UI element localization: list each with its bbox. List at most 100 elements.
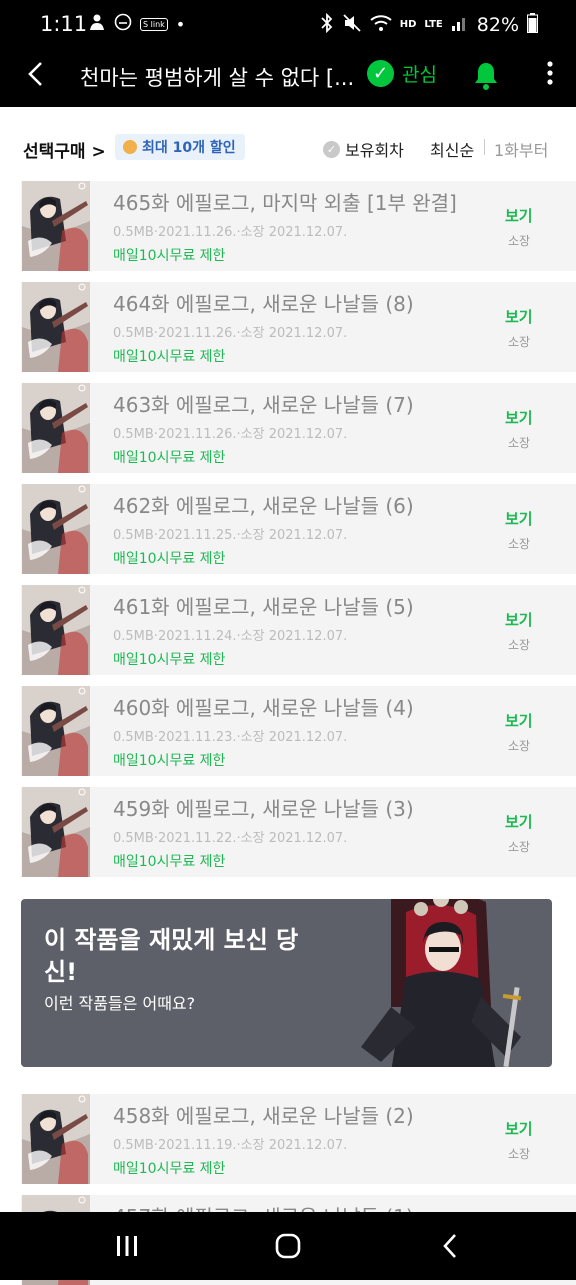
battery-icon	[527, 13, 538, 37]
status-left-icons: S link •	[88, 13, 185, 35]
discount-label: 최대 10개 할인	[142, 140, 236, 156]
episode-thumbnail	[22, 282, 90, 372]
app-bar: 천마는 평범하게 살 수 없다 [... ✓ 관심	[0, 50, 576, 107]
episode-meta: 0.5MB·2021.11.26.·소장 2021.12.07.	[113, 427, 348, 442]
view-button[interactable]: 보기	[505, 710, 533, 731]
episode-free-limit: 매일10시무료 제한	[113, 854, 226, 870]
owned-status: 소장	[508, 638, 531, 652]
mute-icon	[342, 13, 362, 37]
back-arrow-icon[interactable]	[26, 59, 44, 97]
episode-info: 464화 에필로그, 새로운 나날들 (8) 0.5MB·2021.11.26.·…	[113, 288, 473, 366]
episode-info: 459화 에필로그, 새로운 나날들 (3) 0.5MB·2021.11.22.·…	[113, 793, 473, 871]
episode-row[interactable]: 458화 에필로그, 새로운 나날들 (2) 0.5MB·2021.11.19.·…	[21, 1094, 576, 1184]
episode-thumbnail	[22, 484, 90, 574]
owned-status: 소장	[508, 436, 531, 450]
owned-filter-label: 보유회차	[345, 141, 404, 160]
episode-info: 460화 에필로그, 새로운 나날들 (4) 0.5MB·2021.11.23.·…	[113, 692, 473, 770]
sort-latest-button[interactable]: 최신순	[430, 137, 474, 161]
favorite-label: 관심	[402, 64, 437, 86]
status-right-icons: HD LTE 82%	[320, 12, 538, 37]
select-buy-button[interactable]: 선택구매 >	[23, 137, 106, 162]
home-icon[interactable]	[270, 1228, 306, 1264]
episode-free-limit: 매일10시무료 제한	[113, 753, 226, 769]
check-icon: ✓	[323, 140, 340, 158]
notification-person-icon	[88, 13, 106, 35]
episode-row[interactable]: 464화 에필로그, 새로운 나날들 (8) 0.5MB·2021.11.26.·…	[21, 282, 576, 372]
view-button[interactable]: 보기	[505, 306, 533, 327]
episode-meta: 0.5MB·2021.11.24.·소장 2021.12.07.	[113, 629, 348, 644]
episode-row[interactable]: 462화 에필로그, 새로운 나날들 (6) 0.5MB·2021.11.25.·…	[21, 484, 576, 574]
episode-meta: 0.5MB·2021.11.25.·소장 2021.12.07.	[113, 528, 348, 543]
view-button[interactable]: 보기	[505, 609, 533, 630]
signal-icon	[451, 14, 469, 36]
episode-title: 460화 에필로그, 새로운 나날들 (4)	[113, 696, 414, 720]
recents-icon[interactable]	[110, 1228, 144, 1264]
banner-headline: 이 작품을 재밌게 보신 당신!	[44, 926, 299, 986]
episode-title: 463화 에필로그, 새로운 나날들 (7)	[113, 393, 414, 417]
more-vertical-icon[interactable]	[536, 60, 564, 86]
episode-meta: 0.5MB·2021.11.19.·소장 2021.12.07.	[113, 1138, 348, 1153]
sort-divider	[484, 139, 485, 155]
episode-meta: 0.5MB·2021.11.26.·소장 2021.12.07.	[113, 326, 348, 341]
owned-status: 소장	[508, 1147, 531, 1161]
episode-meta: 0.5MB·2021.11.23.·소장 2021.12.07.	[113, 730, 348, 745]
bluetooth-icon	[320, 12, 334, 37]
episode-thumbnail	[22, 1094, 90, 1184]
episode-title: 458화 에필로그, 새로운 나날들 (2)	[113, 1104, 414, 1128]
episode-free-limit: 매일10시무료 제한	[113, 248, 226, 264]
page-title: 천마는 평범하게 살 수 없다 [...	[80, 66, 355, 90]
discount-badge: 최대 10개 할인	[115, 134, 245, 160]
dot-icon: •	[175, 14, 186, 34]
episode-meta: 0.5MB·2021.11.22.·소장 2021.12.07.	[113, 831, 348, 846]
episode-title: 464화 에필로그, 새로운 나날들 (8)	[113, 292, 414, 316]
sim-icon: S link	[140, 17, 168, 31]
coin-icon	[123, 140, 137, 154]
notification-face-icon	[114, 13, 132, 35]
episode-thumbnail	[22, 181, 90, 271]
owned-status: 소장	[508, 335, 531, 349]
episode-row[interactable]: 461화 에필로그, 새로운 나날들 (5) 0.5MB·2021.11.24.·…	[21, 585, 576, 675]
owned-filter-toggle[interactable]: ✓ 보유회차	[323, 137, 404, 161]
episode-thumbnail	[22, 686, 90, 776]
episode-info: 458화 에필로그, 새로운 나날들 (2) 0.5MB·2021.11.19.·…	[113, 1100, 473, 1178]
episode-free-limit: 매일10시무료 제한	[113, 551, 226, 567]
view-button[interactable]: 보기	[505, 205, 533, 226]
lte-icon: LTE	[424, 19, 443, 30]
owned-status: 소장	[508, 840, 531, 854]
episode-meta: 0.5MB·2021.11.26.·소장 2021.12.07.	[113, 225, 348, 240]
view-button[interactable]: 보기	[505, 811, 533, 832]
bell-icon[interactable]	[472, 60, 500, 92]
banner-character-illustration	[361, 899, 522, 1067]
episode-thumbnail	[22, 787, 90, 877]
owned-status: 소장	[508, 234, 531, 248]
episode-info: 462화 에필로그, 새로운 나날들 (6) 0.5MB·2021.11.25.·…	[113, 490, 473, 568]
recommendation-banner[interactable]: 이 작품을 재밌게 보신 당신! 이런 작품들은 어때요?	[21, 899, 552, 1067]
banner-subtext: 이런 작품들은 어때요?	[44, 994, 196, 1013]
episode-info: 461화 에필로그, 새로운 나날들 (5) 0.5MB·2021.11.24.·…	[113, 591, 473, 669]
battery-percent: 82%	[476, 14, 519, 36]
nav-back-icon[interactable]	[436, 1228, 464, 1264]
wifi-icon	[370, 14, 392, 36]
episode-title: 462화 에필로그, 새로운 나날들 (6)	[113, 494, 414, 518]
episode-info: 465화 에필로그, 마지막 외출 [1부 완결] 0.5MB·2021.11.2…	[113, 187, 473, 265]
episode-free-limit: 매일10시무료 제한	[113, 450, 226, 466]
episode-row[interactable]: 463화 에필로그, 새로운 나날들 (7) 0.5MB·2021.11.26.·…	[21, 383, 576, 473]
episode-title: 465화 에필로그, 마지막 외출 [1부 완결]	[113, 191, 457, 215]
episode-free-limit: 매일10시무료 제한	[113, 1161, 226, 1177]
episode-row[interactable]: 459화 에필로그, 새로운 나날들 (3) 0.5MB·2021.11.22.·…	[21, 787, 576, 877]
episode-row[interactable]: 465화 에필로그, 마지막 외출 [1부 완결] 0.5MB·2021.11.2…	[21, 181, 576, 271]
owned-status: 소장	[508, 537, 531, 551]
episode-title: 461화 에필로그, 새로운 나날들 (5)	[113, 595, 414, 619]
status-bar: 1:11 S link • HD LTE 82%	[0, 0, 576, 50]
favorite-button[interactable]: ✓ 관심	[367, 60, 437, 87]
sort-first-button[interactable]: 1화부터	[494, 137, 548, 161]
hd-voice-icon: HD	[399, 19, 417, 30]
view-button[interactable]: 보기	[505, 508, 533, 529]
view-button[interactable]: 보기	[505, 1118, 533, 1139]
episode-thumbnail	[22, 585, 90, 675]
episode-free-limit: 매일10시무료 제한	[113, 349, 226, 365]
owned-status: 소장	[508, 739, 531, 753]
view-button[interactable]: 보기	[505, 407, 533, 428]
episode-info: 463화 에필로그, 새로운 나날들 (7) 0.5MB·2021.11.26.·…	[113, 389, 473, 467]
episode-row[interactable]: 460화 에필로그, 새로운 나날들 (4) 0.5MB·2021.11.23.·…	[21, 686, 576, 776]
